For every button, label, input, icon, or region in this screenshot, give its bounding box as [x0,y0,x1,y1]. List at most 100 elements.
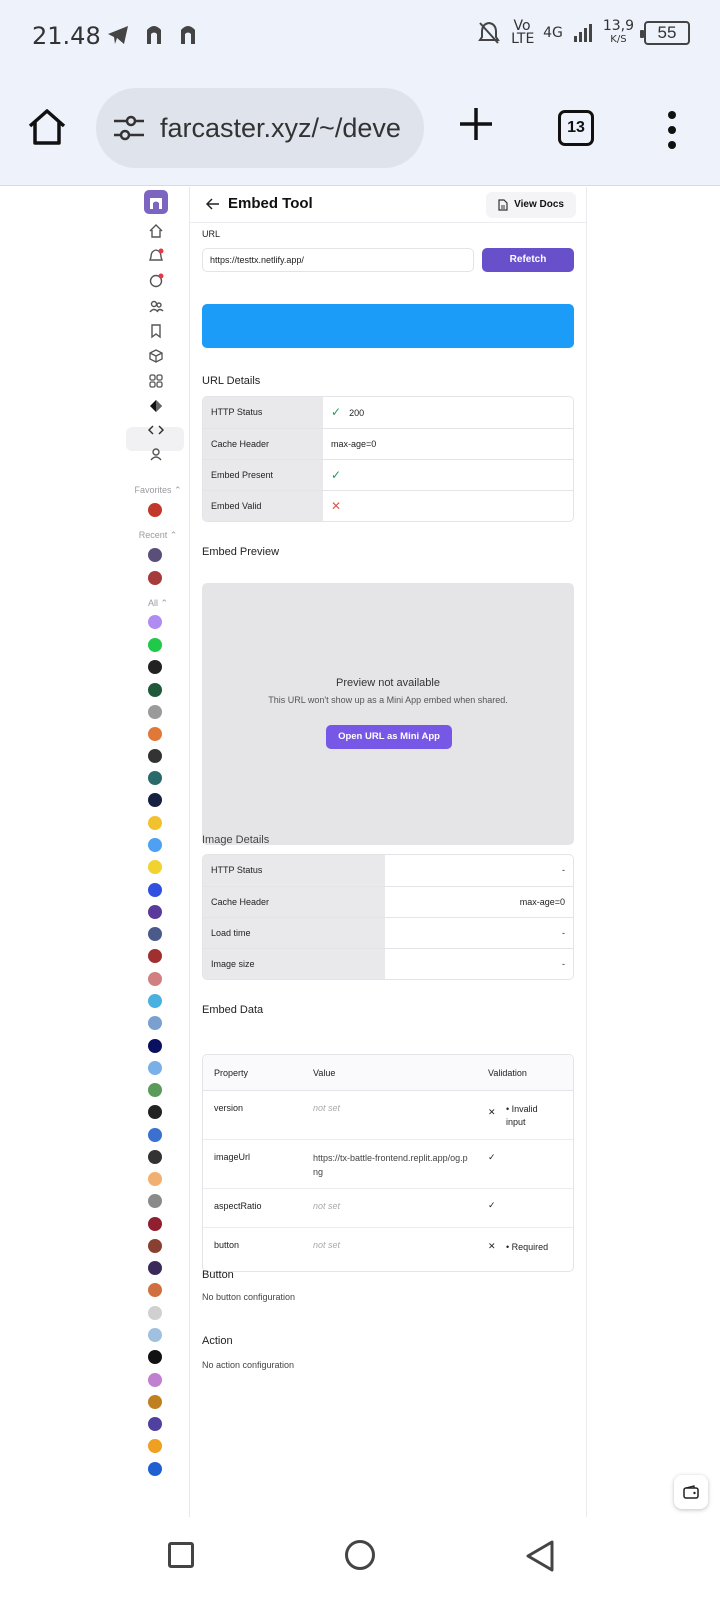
recents-button[interactable] [168,1542,194,1568]
table-row: Image size - [203,948,573,979]
table-row: aspectRatio not set ✓ [203,1189,573,1228]
cross-icon: ✕ [488,1241,496,1251]
address-bar[interactable]: farcaster.xyz/~/deve [96,88,424,168]
url-input[interactable]: https://testtx.netlify.app/ [202,248,474,272]
table-row: Load time - [203,917,573,948]
channel-avatar[interactable] [148,1172,162,1186]
channel-avatar[interactable] [148,705,162,719]
network-type: Vo LTE [511,18,535,47]
site-settings-icon[interactable] [112,113,146,143]
status-time: 21.48 [32,22,101,50]
button-section-title: Button [202,1269,234,1281]
view-docs-button[interactable]: View Docs [486,192,576,218]
row-key: Embed Present [203,460,323,490]
channel-avatar[interactable] [148,727,162,741]
bookmark-nav-icon[interactable] [148,323,164,339]
recent-channel-avatar[interactable] [148,548,162,562]
url-details-title: URL Details [202,375,261,387]
property-cell: imageUrl [214,1152,251,1162]
channel-avatar[interactable] [148,749,162,763]
diamond-nav-icon[interactable] [148,398,164,414]
channel-avatar[interactable] [148,1439,162,1453]
channel-avatar[interactable] [148,816,162,830]
more-menu-icon[interactable] [664,110,680,150]
channels-nav-icon[interactable] [148,298,164,314]
channel-avatar[interactable] [148,771,162,785]
channel-avatar[interactable] [148,638,162,652]
channel-avatar[interactable] [148,1328,162,1342]
channel-avatar[interactable] [148,994,162,1008]
notification-icons [106,24,198,46]
channel-avatar[interactable] [148,1061,162,1075]
channel-avatar[interactable] [148,1217,162,1231]
channel-avatar[interactable] [148,972,162,986]
wallet-button[interactable] [674,1475,708,1509]
channel-avatar[interactable] [148,838,162,852]
channel-avatar[interactable] [148,860,162,874]
favorite-channel-avatar[interactable] [148,503,162,517]
channel-avatar[interactable] [148,1039,162,1053]
channel-avatar[interactable] [148,1083,162,1097]
channel-avatar[interactable] [148,1395,162,1409]
channel-avatar[interactable] [148,905,162,919]
channel-avatar[interactable] [148,1350,162,1364]
channel-avatar[interactable] [148,1128,162,1142]
sidebar: Favorites ⌃ Recent ⌃ All ⌃ [126,187,190,1517]
embed-preview-title: Embed Preview [202,546,280,558]
channel-avatar[interactable] [148,793,162,807]
all-label[interactable]: All ⌃ [126,598,190,609]
battery-icon: 55 [640,21,690,45]
channel-avatar[interactable] [148,1462,162,1476]
channel-avatar[interactable] [148,1105,162,1119]
url-text[interactable]: farcaster.xyz/~/deve [160,113,412,144]
embed-preview-box: Preview not available This URL won't sho… [202,583,574,845]
channel-avatar[interactable] [148,1239,162,1253]
preview-subtitle: This URL won't show up as a Mini App emb… [268,695,508,705]
back-button[interactable] [524,1539,556,1573]
channel-avatar[interactable] [148,1261,162,1275]
channel-avatar[interactable] [148,660,162,674]
home-button[interactable] [345,1540,375,1570]
channel-avatar[interactable] [148,1306,162,1320]
channel-avatar[interactable] [148,949,162,963]
open-mini-app-button[interactable]: Open URL as Mini App [326,725,452,749]
channel-avatar[interactable] [148,883,162,897]
channel-avatar[interactable] [148,1417,162,1431]
recent-label[interactable]: Recent ⌃ [126,530,190,541]
messages-nav-icon[interactable] [148,273,164,289]
notifications-nav-icon[interactable] [148,248,164,264]
row-key: HTTP Status [203,855,385,886]
developer-code-nav-icon[interactable] [148,422,164,438]
farcaster-logo[interactable] [144,190,168,214]
channel-avatar[interactable] [148,615,162,629]
content-border [586,187,587,1517]
home-icon[interactable] [26,106,68,148]
tab-switcher-button[interactable]: 13 [558,110,594,146]
value-cell: not set [313,1103,341,1113]
box-nav-icon[interactable] [148,348,164,364]
table-row: button not set ✕ • Required [203,1228,573,1271]
channel-avatar[interactable] [148,683,162,697]
channel-avatar[interactable] [148,927,162,941]
row-key: Embed Valid [203,491,323,521]
profile-nav-icon[interactable] [148,446,164,462]
channel-avatar[interactable] [148,1373,162,1387]
wallet-icon [683,1485,699,1499]
favorites-label[interactable]: Favorites ⌃ [126,485,190,496]
table-row: imageUrl https://tx-battle-frontend.repl… [203,1140,573,1189]
channel-avatar[interactable] [148,1150,162,1164]
table-row: HTTP Status ✓ 200 [203,397,573,428]
channel-avatar[interactable] [148,1016,162,1030]
channel-avatar[interactable] [148,1194,162,1208]
new-tab-icon[interactable] [456,104,496,144]
column-header: Value [313,1068,336,1078]
home-nav-icon[interactable] [148,223,164,239]
property-cell: version [214,1103,244,1113]
back-arrow-icon[interactable] [206,198,220,210]
channel-avatar[interactable] [148,1283,162,1297]
recent-channel-avatar[interactable] [148,571,162,585]
apps-nav-icon[interactable] [148,373,164,389]
refetch-button[interactable]: Refetch [482,248,574,272]
row-value: ✓ 200 [331,405,365,419]
action-section-title: Action [202,1335,233,1347]
